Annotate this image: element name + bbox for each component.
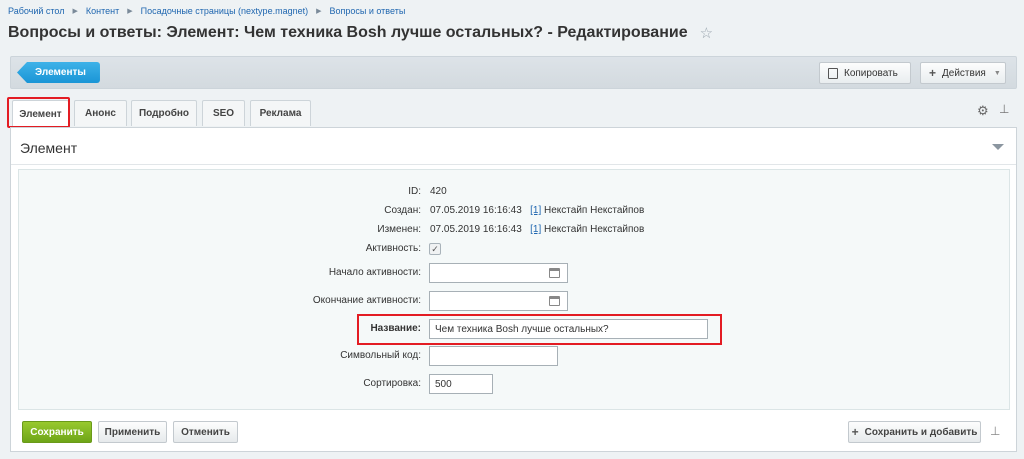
gear-icon[interactable]: ⚙ [977,103,989,119]
row-active: Активность: ✓ [19,239,1009,259]
created-value: 07.05.2019 16:16:43 [1] Некстайп Некстай… [430,201,644,221]
name-label: Название: [370,323,421,334]
row-active-from: Начало активности: [19,263,1009,283]
pin-icon[interactable]: ⊥ [999,102,1009,116]
copy-icon [828,67,838,79]
save-and-add-label: Сохранить и добавить [864,426,978,438]
modified-value: 07.05.2019 16:16:43 [1] Некстайп Некстай… [430,220,644,240]
sort-label: Сортировка: [363,378,421,389]
copy-button-label: Копировать [844,67,898,79]
created-user: Некстайп Некстайпов [544,205,645,216]
tab-element[interactable]: Элемент [12,100,69,127]
apply-button[interactable]: Применить [98,421,167,443]
breadcrumb-desktop[interactable]: Рабочий стол [8,6,65,16]
page-title-text: Вопросы и ответы: Элемент: Чем техника B… [8,24,688,41]
chevron-down-icon: ▼ [993,69,1001,77]
breadcrumb-separator-icon: ▶ [72,8,78,15]
element-panel: Элемент ID: 420 Создан: 07.05.2019 16:16… [10,127,1017,452]
tab-detail[interactable]: Подробно [131,100,197,126]
cancel-button[interactable]: Отменить [173,421,238,443]
code-input[interactable] [429,346,558,366]
actions-button[interactable]: + Действия ▼ [920,62,1006,84]
breadcrumb-separator-icon: ▶ [127,8,133,15]
sort-input[interactable] [429,374,493,394]
active-from-label: Начало активности: [328,267,421,278]
breadcrumb: Рабочий стол ▶ Контент ▶ Посадочные стра… [8,4,405,18]
modified-date: 07.05.2019 16:16:43 [430,224,522,235]
actions-button-label: Действия [942,67,986,79]
row-sort: Сортировка: [19,374,1009,394]
row-created: Создан: 07.05.2019 16:16:43 [1] Некстайп… [19,201,1009,221]
id-value: 420 [430,186,447,197]
active-checkbox[interactable]: ✓ [429,243,441,255]
plus-icon: + [929,66,937,80]
elements-button[interactable]: Элементы [17,62,100,83]
tab-preview[interactable]: Анонс [74,100,127,126]
modified-user-id-link[interactable]: [1] [530,224,541,235]
row-code: Символьный код: [19,346,1009,366]
save-and-add-button[interactable]: + Сохранить и добавить [848,421,981,443]
id-label: ID: [408,186,421,197]
check-icon: ✓ [431,244,439,254]
tab-advertising[interactable]: Реклама [250,100,311,126]
name-input[interactable] [429,319,708,339]
collapse-icon[interactable] [992,144,1004,150]
row-name: Название: [19,319,1009,339]
plus-icon: + [851,425,859,439]
row-modified: Изменен: 07.05.2019 16:16:43 [1] Некстай… [19,220,1009,240]
created-label: Создан: [384,205,421,216]
section-title: Элемент [20,140,78,156]
section-divider [11,164,1016,165]
calendar-icon[interactable] [549,268,560,278]
pin-icon[interactable]: ⊥ [990,424,1000,438]
tab-seo[interactable]: SEO [202,100,245,126]
active-label: Активность: [365,243,421,254]
copy-button[interactable]: Копировать [819,62,911,84]
breadcrumb-content[interactable]: Контент [86,6,119,16]
star-icon[interactable]: ☆ [700,24,713,42]
save-button[interactable]: Сохранить [22,421,92,443]
row-active-to: Окончание активности: [19,291,1009,311]
active-to-label: Окончание активности: [312,295,421,306]
code-label: Символьный код: [340,350,421,361]
active-from-input[interactable] [429,263,568,283]
breadcrumb-separator-icon: ▶ [316,8,322,15]
active-to-input[interactable] [429,291,568,311]
created-user-id-link[interactable]: [1] [530,205,541,216]
calendar-icon[interactable] [549,296,560,306]
breadcrumb-landing-pages[interactable]: Посадочные страницы (nextype.magnet) [141,6,308,16]
modified-user: Некстайп Некстайпов [544,224,645,235]
created-date: 07.05.2019 16:16:43 [430,205,522,216]
modified-label: Изменен: [377,224,421,235]
toolbar: Элементы Копировать + Действия ▼ [10,56,1017,89]
page-title: Вопросы и ответы: Элемент: Чем техника B… [8,24,713,42]
breadcrumb-faq[interactable]: Вопросы и ответы [329,6,405,16]
row-id: ID: 420 [19,182,1009,202]
form-area: ID: 420 Создан: 07.05.2019 16:16:43 [1] … [18,169,1010,410]
